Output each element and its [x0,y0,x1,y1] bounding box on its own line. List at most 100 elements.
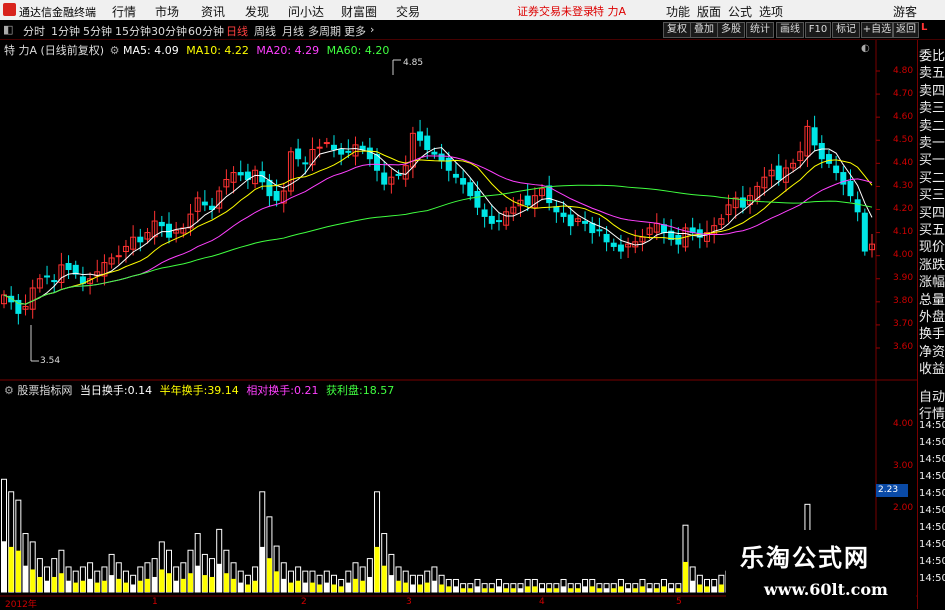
candle-body [818,142,825,160]
quote-label: 现价 [919,240,945,256]
ma-lines-group [3,147,873,305]
indicator-bar-fill [37,576,43,592]
candle-body [589,222,596,234]
quote-label: 涨幅 [919,275,945,291]
indicator-bar-fill [568,588,574,592]
indicator-gear-icon[interactable]: ⚙ [4,384,14,397]
candle-body [481,209,488,217]
candle-body [44,275,51,278]
candle-body [316,146,323,149]
quote-label: 外盘 [919,310,945,325]
indicator-bar-fill [101,580,107,592]
quote-label: 卖三 [919,101,945,117]
watermark-url: www.60lt.com [764,580,888,599]
indicator-bar-fill [80,580,86,592]
indicator-bar-fill [661,586,667,592]
indicator-bar-fill [388,575,394,592]
quote-label: 14:50 [919,471,945,482]
ma5-line [3,147,873,305]
indicator-bar-fill [15,550,21,592]
indicator-bar-fill [668,588,674,592]
indicator-bar-fill [116,578,122,592]
indicator-bar-fill [525,586,531,592]
indicator-bar-fill [711,586,717,592]
indicator-name[interactable]: 股票指标网 [17,384,72,397]
indicator-bar-fill [604,588,610,592]
indicator-bar-fill [718,584,724,592]
x-label: 5 [676,597,682,607]
candle-body [495,220,502,223]
indicator-bar-fill [639,586,645,592]
candle-body [345,150,352,153]
indicator-current-badge: 2.23 [876,484,908,497]
indicator-bar-fill [130,584,136,592]
ind-label: 当日换手: [79,384,128,397]
indicator-bar-fill [496,586,502,592]
ma20-line [3,155,873,305]
indicator-bar-fill [295,580,301,592]
quote-label: 卖五 [919,66,945,82]
candle-body [567,214,574,227]
indicator-bar-fill [460,588,466,592]
candle-body [366,147,373,160]
ind-tick: 3.00 [893,461,914,471]
indicator-bar-fill [324,582,330,592]
low-label: 3.54 [40,356,61,366]
indicator-bar-fill [331,584,337,592]
quote-label: 卖二 [919,118,945,134]
x-label: 2 [301,597,307,607]
kline-chart[interactable] [0,0,945,609]
quote-label: 14:50 [919,488,945,499]
candle-body [610,242,617,247]
candle-body [438,153,445,162]
indicator-bar-fill [309,582,315,592]
indicator-bar-fill [159,569,165,592]
candle-body [775,165,782,180]
candle-body [330,144,337,150]
indicator-bar-fill [94,582,100,592]
indicator-bar-fill [180,578,186,592]
quote-label: 14:50 [919,556,945,567]
ind-value: 39.14 [207,384,239,397]
indicator-bar-fill [87,578,93,592]
quote-label: 买二 [919,170,945,186]
quote-label: 卖四 [919,83,945,99]
indicator-bar-fill [654,588,660,592]
x-label: 1 [152,597,158,607]
indicator-bar-fill [231,578,237,592]
indicator-bar-fill [697,584,703,592]
quote-label: 收益 [919,362,945,378]
indicator-bar-fill [252,580,258,592]
indicator-bar-fill [166,573,172,592]
indicator-bar-fill [30,569,36,592]
price-tick: 4.50 [893,135,914,145]
x-label: 2012年 [5,600,37,610]
price-tick: 3.70 [893,319,914,329]
candle-body [847,180,854,197]
indicator-bar-fill [188,573,194,592]
x-label: 3 [406,597,412,607]
indicator-bar-fill [216,563,222,592]
indicator-bar-fill [546,588,552,592]
indicator-bar-fill [173,580,179,592]
quote-label: 14:50 [919,573,945,584]
quote-label: 委比 [919,49,945,64]
indicator-bar-fill [73,582,79,592]
x-label: 4 [539,597,545,607]
panel-toggle-icon[interactable]: L [921,22,927,33]
indicator-bar-fill [58,573,64,592]
indicator-bar-fill [202,575,208,592]
candle-body [524,195,531,206]
indicator-bar-fill [474,586,480,592]
indicator-bar-fill [403,582,409,592]
quote-label: 买五 [919,223,945,238]
indicator-bar-fill [317,584,323,592]
indicator-bar-fill [553,588,559,592]
candle-body [861,212,868,252]
indicator-bar-fill [625,588,631,592]
indicator-bar-fill [266,558,272,592]
ma10-line [3,150,873,305]
price-tick: 4.20 [893,204,914,214]
indicator-header: ⚙ 股票指标网 当日换手:0.14 半年换手:39.14 相对换手:0.21 获… [4,382,394,398]
candle-body [560,212,567,217]
